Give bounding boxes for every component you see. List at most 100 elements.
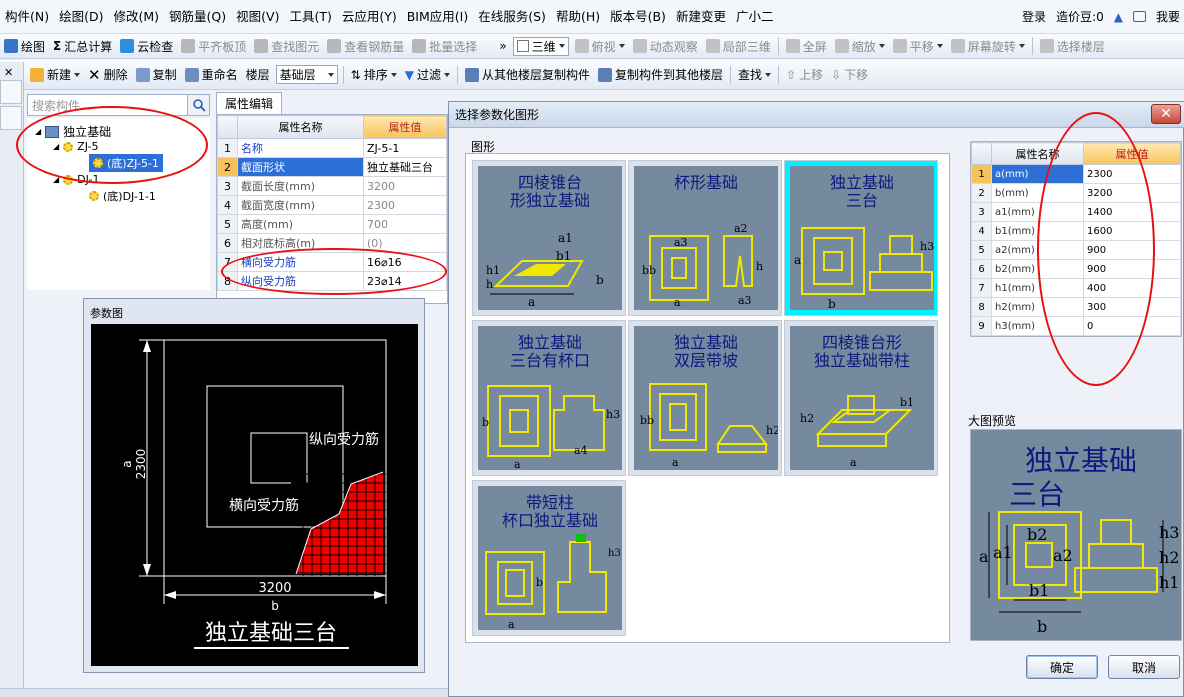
shape-card[interactable]: 独立基础 三台有杯口 b a h3 a4 xyxy=(472,320,626,476)
preview-dim-h3: h3 xyxy=(1159,523,1179,542)
menu-item[interactable]: 帮助(H) xyxy=(551,0,605,33)
dim-b-value: 3200 xyxy=(258,581,291,596)
arrow-right-icon xyxy=(374,591,386,599)
property-value[interactable]: ZJ-5-1 xyxy=(363,138,447,158)
rename-label: 重命名 xyxy=(201,68,238,82)
filter-label: 过滤 xyxy=(416,68,441,82)
toolbar-divider xyxy=(456,65,458,84)
shape-card[interactable]: 带短柱 杯口独立基础 a b h3 xyxy=(472,480,626,636)
batch-select-button[interactable]: 批量选择 xyxy=(408,38,481,55)
move-up-button[interactable]: ⇧ 上移 xyxy=(782,66,827,83)
menu-item[interactable]: 修改(M) xyxy=(109,0,165,33)
toolbar-overflow[interactable]: » xyxy=(495,39,510,53)
menu-item[interactable]: BIM应用(I) xyxy=(402,0,474,33)
menu-item[interactable]: 云应用(Y) xyxy=(337,0,402,33)
property-value[interactable]: 700 xyxy=(363,214,447,234)
orbit-icon xyxy=(632,39,647,53)
property-value[interactable]: 3200 xyxy=(363,176,447,196)
filter-button[interactable]: ▼ 过滤 xyxy=(401,66,454,83)
cancel-button[interactable]: 取消 xyxy=(1108,655,1180,679)
flat-board-icon xyxy=(181,39,196,53)
close-icon: ✕ xyxy=(1160,106,1172,122)
chevron-down-icon xyxy=(878,44,885,48)
dock-close-icon[interactable]: ✕ xyxy=(4,66,13,79)
gear-icon xyxy=(89,191,99,201)
search-button[interactable] xyxy=(187,94,210,116)
property-row[interactable]: 1 名称 ZJ-5-1 xyxy=(217,138,447,158)
copy-from-floor-button[interactable]: 从其他楼层复制构件 xyxy=(461,66,594,83)
shape-card[interactable]: 杯形基础 bb a3 a a2 h a3 xyxy=(628,160,782,316)
chevron-down-icon xyxy=(443,72,450,77)
sum-calc-button[interactable]: Σ 汇总计算 xyxy=(49,38,116,55)
screen-rotate-button[interactable]: 屏幕旋转 xyxy=(947,38,1029,55)
cloud-check-icon xyxy=(120,39,135,53)
sum-calc-label: 汇总计算 xyxy=(64,39,113,54)
shape-card[interactable]: 独立基础 双层带坡 bb a h2 xyxy=(628,320,782,476)
chevron-down-icon xyxy=(390,72,397,77)
local-3d-button[interactable]: 局部三维 xyxy=(702,38,775,55)
menu-item[interactable]: 在线服务(S) xyxy=(473,0,551,33)
menu-item[interactable]: 视图(V) xyxy=(231,0,284,33)
shape-thumbnail: 独立基础 三台有杯口 b a h3 a4 xyxy=(478,326,622,470)
property-row[interactable]: 5 高度(mm) 700 xyxy=(217,214,447,234)
select-floor-button[interactable]: 选择楼层 xyxy=(1036,38,1109,55)
view-rebar-button[interactable]: 查看钢筋量 xyxy=(323,38,408,55)
property-row[interactable]: 2 截面形状 独立基础三台 xyxy=(217,157,447,177)
move-down-button[interactable]: ⇩ 下移 xyxy=(827,66,872,83)
property-row[interactable]: 4 截面宽度(mm) 2300 xyxy=(217,195,447,215)
menu-item[interactable]: 新建变更 xyxy=(671,0,731,33)
draw-icon xyxy=(4,39,18,53)
property-row[interactable]: 3 截面长度(mm) 3200 xyxy=(217,176,447,196)
copy-to-floor-button[interactable]: 复制构件到其他楼层 xyxy=(594,66,727,83)
help-icon[interactable] xyxy=(1132,11,1146,22)
new-button[interactable]: 新建 xyxy=(26,66,84,83)
close-button[interactable]: ✕ xyxy=(1151,104,1181,124)
menu-item[interactable]: 构件(N) xyxy=(0,0,54,33)
sort-button[interactable]: ⇅ 排序 xyxy=(347,66,401,83)
svg-text:h2: h2 xyxy=(766,424,778,437)
dock-tab[interactable] xyxy=(0,106,22,130)
menu-item[interactable]: 绘图(D) xyxy=(54,0,108,33)
flat-board-button[interactable]: 平齐板顶 xyxy=(177,38,250,55)
ok-button[interactable]: 确定 xyxy=(1026,655,1098,679)
row-index: 2 xyxy=(217,157,238,177)
menu-item[interactable]: 钢筋量(Q) xyxy=(164,0,231,33)
view-mode-select[interactable]: 三维 xyxy=(512,36,569,56)
dynamic-view-button[interactable]: 动态观察 xyxy=(629,38,702,55)
chevron-down-icon xyxy=(936,44,943,48)
floor-select[interactable]: 基础层 xyxy=(275,65,338,84)
login-link[interactable]: 登录 xyxy=(1022,8,1046,25)
svg-text:h1: h1 xyxy=(486,264,500,277)
zoom-button[interactable]: 缩放 xyxy=(831,38,889,55)
menu-item[interactable]: 广小二 xyxy=(731,0,779,33)
param-drawing: a 2300 3200 b 纵向受力筋 横向受力筋 独立基础三台 xyxy=(91,324,418,666)
pan-button[interactable]: 平移 xyxy=(889,38,947,55)
top-view-button[interactable]: 俯视 xyxy=(571,38,629,55)
delete-button[interactable]: ✕ 删除 xyxy=(84,66,132,84)
find-button[interactable]: 查找 xyxy=(734,66,775,83)
menu-item[interactable]: 工具(T) xyxy=(284,0,336,33)
dock-tab[interactable] xyxy=(0,80,22,104)
menu-bar: 构件(N) 绘图(D) 修改(M) 钢筋量(Q) 视图(V) 工具(T) 云应用(Y) BIM… xyxy=(0,0,1184,34)
row-index: 5 xyxy=(971,240,992,260)
cloud-check-button[interactable]: 云检查 xyxy=(116,38,177,55)
bell-icon[interactable]: ▲ xyxy=(1114,10,1123,24)
shape-card[interactable]: 四棱锥台 形独立基础 a a1 b1 h1 h b xyxy=(472,160,626,316)
my-link[interactable]: 我要 xyxy=(1156,8,1180,25)
tree-node-label: (底)DJ-1-1 xyxy=(103,190,156,203)
copy-button[interactable]: 复制 xyxy=(132,66,181,83)
find-elem-button[interactable]: 查找图元 xyxy=(250,38,323,55)
draw-button[interactable]: 绘图 xyxy=(0,38,49,55)
property-value[interactable]: 2300 xyxy=(363,195,447,215)
svg-text:b: b xyxy=(536,576,543,589)
tree-node-dj1-1[interactable]: (底)DJ-1-1 xyxy=(89,188,156,204)
property-value[interactable]: 独立基础三台 xyxy=(363,157,447,177)
rename-button[interactable]: 重命名 xyxy=(181,66,242,83)
shape-card[interactable]: 四棱锥台形 独立基础带柱 a h2 b1 xyxy=(784,320,938,476)
shape-card[interactable]: 独立基础 三台 a b h3 xyxy=(784,160,938,316)
inner-outline xyxy=(250,432,308,484)
tab-property-edit[interactable]: 属性编辑 xyxy=(216,92,282,114)
menu-item[interactable]: 版本号(B) xyxy=(605,0,671,33)
svg-text:b: b xyxy=(482,416,489,429)
fullscreen-button[interactable]: 全屏 xyxy=(782,38,831,55)
